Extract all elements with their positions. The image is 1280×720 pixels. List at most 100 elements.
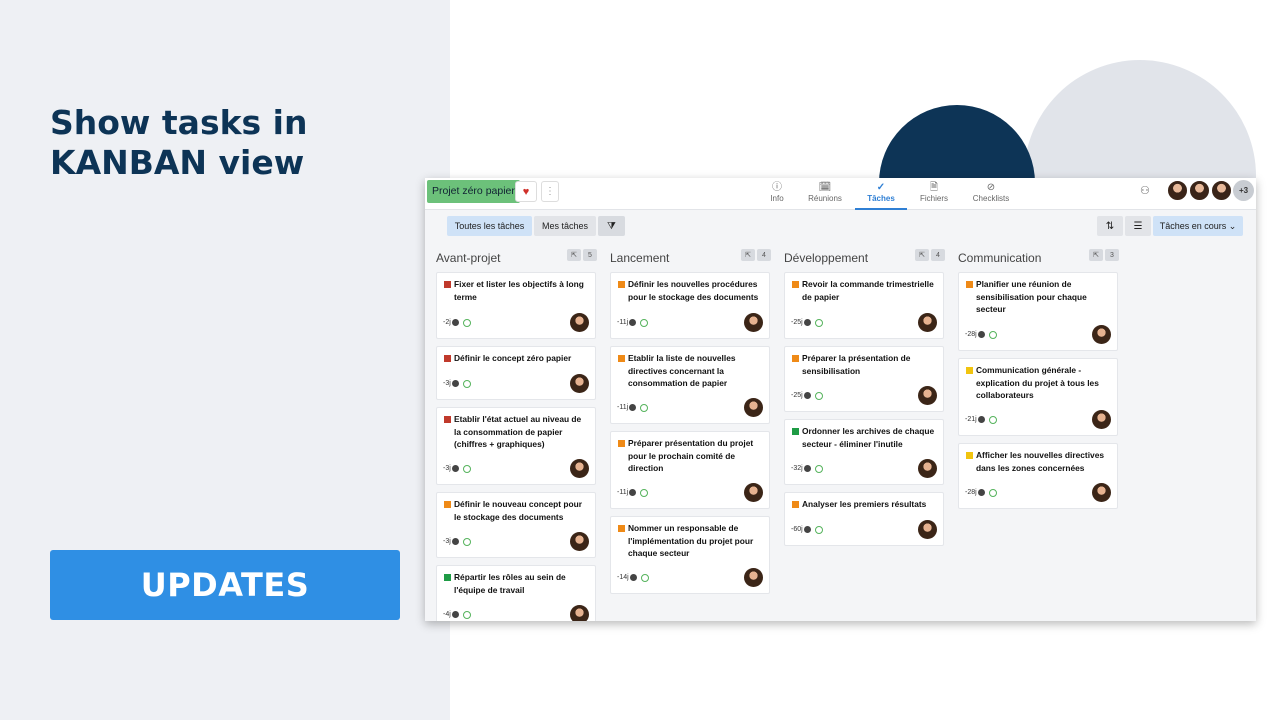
info-icon [451, 538, 459, 546]
page-headline: Show tasks in KANBAN view [50, 103, 308, 182]
task-card[interactable]: Répartir les rôles au sein de l'équipe d… [436, 565, 596, 621]
check-circle-icon[interactable] [640, 403, 649, 412]
task-card[interactable]: Analyser les premiers résultats -60j [784, 492, 944, 546]
my-tasks-button[interactable]: Mes tâches [534, 216, 596, 236]
check-circle-icon[interactable] [640, 318, 649, 327]
filter-icon[interactable]: ⧩ [598, 216, 625, 236]
tab-label: Fichiers [919, 194, 948, 203]
task-card[interactable]: Etablir l'état actuel au niveau de la co… [436, 407, 596, 485]
check-circle-icon: ⊘ [986, 182, 996, 193]
task-meta: -4j [443, 609, 471, 622]
all-tasks-button[interactable]: Toutes les tâches [447, 216, 532, 236]
assignee-avatar [570, 374, 589, 393]
due-days: -3j [443, 537, 451, 545]
task-meta: -3j [443, 378, 471, 391]
task-meta: -3j [443, 536, 471, 549]
task-title: Etablir la liste de nouvelles directives… [628, 353, 736, 388]
status-filter-dropdown[interactable]: Tâches en cours ⌄ [1153, 216, 1243, 236]
task-card[interactable]: Communication générale - explication du … [958, 358, 1118, 436]
check-circle-icon[interactable] [814, 391, 823, 400]
column-title: Avant-projet [436, 251, 501, 265]
info-icon: ⓘ [772, 182, 782, 193]
task-card[interactable]: Revoir la commande trimestrielle de papi… [784, 272, 944, 339]
check-circle-icon[interactable] [640, 573, 649, 582]
tab-info[interactable]: ⓘ Info [768, 182, 786, 210]
favorite-heart-icon[interactable]: ♥ [515, 181, 537, 202]
team-icon[interactable]: ⚇ [1140, 184, 1150, 197]
priority-marker [966, 281, 973, 288]
column-header: Développement ⇱ 4 [784, 248, 945, 272]
priority-marker [792, 281, 799, 288]
file-icon: 🗎 [929, 182, 939, 193]
member-avatars[interactable]: +3 [1167, 180, 1254, 201]
task-title: Fixer et lister les objectifs à long ter… [454, 279, 584, 302]
task-title: Préparer présentation du projet pour le … [628, 438, 754, 473]
collapse-icon[interactable]: ⇱ [915, 249, 929, 261]
info-icon [629, 574, 637, 582]
due-days: -11j [617, 488, 629, 496]
due-days: -25j [791, 391, 803, 399]
check-circle-icon[interactable] [814, 318, 823, 327]
tab-fichiers[interactable]: 🗎 Fichiers [918, 182, 950, 210]
tab-label: Checklists [972, 194, 1010, 203]
task-card[interactable]: Fixer et lister les objectifs à long ter… [436, 272, 596, 339]
assignee-avatar [570, 532, 589, 551]
column-count: 4 [757, 249, 771, 261]
check-circle-icon[interactable] [462, 464, 471, 473]
check-circle-icon[interactable] [640, 488, 649, 497]
collapse-icon[interactable]: ⇱ [567, 249, 581, 261]
info-icon [803, 392, 811, 400]
priority-marker [966, 452, 973, 459]
task-title: Définir les nouvelles procédures pour le… [628, 279, 759, 302]
check-circle-icon[interactable] [988, 415, 997, 424]
check-circle-icon[interactable] [462, 537, 471, 546]
info-icon [451, 465, 459, 473]
check-circle-icon[interactable] [988, 488, 997, 497]
tab-checklists[interactable]: ⊘ Checklists [971, 182, 1011, 210]
task-card[interactable]: Afficher les nouvelles directives dans l… [958, 443, 1118, 509]
task-card[interactable]: Définir les nouvelles procédures pour le… [610, 272, 770, 339]
check-circle-icon[interactable] [988, 330, 997, 339]
priority-marker [792, 501, 799, 508]
due-days: -2j [443, 318, 451, 326]
task-title: Ordonner les archives de chaque secteur … [802, 426, 935, 449]
task-card[interactable]: Préparer la présentation de sensibilisat… [784, 346, 944, 412]
more-options-icon[interactable]: ⋮ [541, 181, 559, 202]
task-card[interactable]: Préparer présentation du projet pour le … [610, 431, 770, 509]
check-circle-icon[interactable] [814, 525, 823, 534]
task-title: Communication générale - explication du … [976, 365, 1099, 400]
tab-taches[interactable]: ✓ Tâches [855, 182, 907, 210]
due-days: -14j [617, 573, 629, 581]
tab-reunions[interactable]: 🗓 Réunions [805, 182, 845, 210]
task-card[interactable]: Ordonner les archives de chaque secteur … [784, 419, 944, 485]
task-meta: -3j [443, 463, 471, 476]
collapse-icon[interactable]: ⇱ [1089, 249, 1103, 261]
updates-button[interactable]: UPDATES [50, 550, 400, 620]
task-card[interactable]: Planifier une réunion de sensibilisation… [958, 272, 1118, 351]
due-days: -4j [443, 610, 451, 618]
task-meta: -11j [617, 487, 649, 500]
task-card[interactable]: Etablir la liste de nouvelles directives… [610, 346, 770, 424]
assignee-avatar [744, 568, 763, 587]
calendar-check-icon: 🗓 [818, 182, 832, 193]
due-days: -60j [791, 525, 803, 533]
check-circle-icon[interactable] [462, 610, 471, 619]
task-meta: -60j [791, 524, 823, 537]
check-circle-icon[interactable] [462, 379, 471, 388]
task-card[interactable]: Définir le concept zéro papier -3j [436, 346, 596, 400]
column-count: 3 [1105, 249, 1119, 261]
task-title: Afficher les nouvelles directives dans l… [976, 450, 1105, 473]
task-title: Préparer la présentation de sensibilisat… [802, 353, 911, 376]
more-members-badge[interactable]: +3 [1233, 180, 1254, 201]
task-meta: -14j [617, 572, 649, 585]
check-circle-icon[interactable] [462, 318, 471, 327]
task-title: Répartir les rôles au sein de l'équipe d… [454, 572, 566, 595]
sort-icon[interactable]: ⇅ [1097, 216, 1123, 236]
project-name-chip[interactable]: Projet zéro papier [427, 180, 520, 203]
task-card[interactable]: Définir le nouveau concept pour le stock… [436, 492, 596, 558]
list-view-icon[interactable]: ☰ [1125, 216, 1151, 236]
task-card[interactable]: Nommer un responsable de l'implémentatio… [610, 516, 770, 594]
collapse-icon[interactable]: ⇱ [741, 249, 755, 261]
due-days: -28j [965, 488, 977, 496]
check-circle-icon[interactable] [814, 464, 823, 473]
